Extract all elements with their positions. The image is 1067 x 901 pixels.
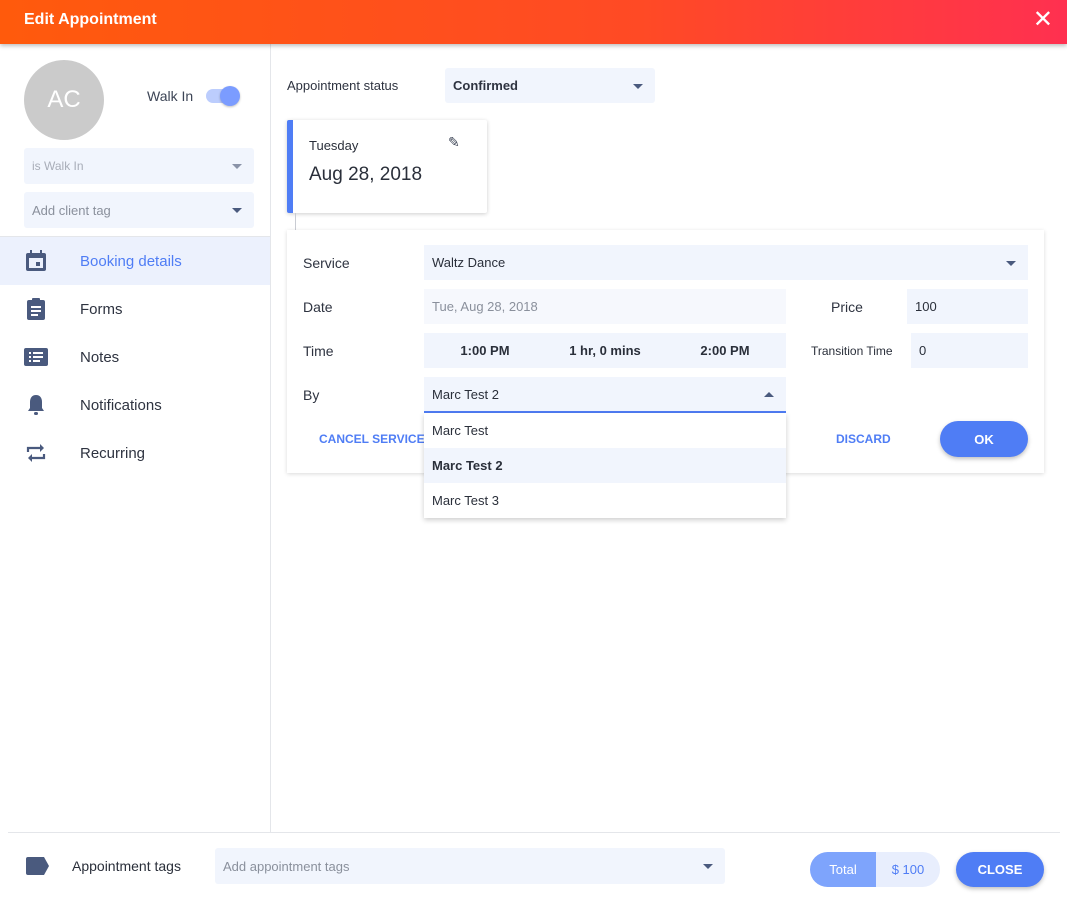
- calendar-icon: [24, 249, 48, 273]
- chevron-down-icon: [703, 864, 713, 869]
- walk-in-toggle-knob[interactable]: [220, 86, 240, 106]
- service-select[interactable]: Waltz Dance: [424, 245, 1028, 280]
- sidebar-item-label: Notifications: [80, 396, 162, 414]
- sidebar-item-notifications[interactable]: Notifications: [0, 381, 270, 429]
- chevron-down-icon: [633, 83, 643, 89]
- close-button[interactable]: CLOSE: [956, 852, 1044, 887]
- service-label: Service: [303, 255, 350, 271]
- transition-time-label: Transition Time: [811, 344, 893, 358]
- tag-icon: [26, 857, 50, 880]
- sidebar-item-booking-details[interactable]: Booking details: [0, 237, 270, 285]
- walk-in-select-placeholder: is Walk In: [32, 159, 84, 173]
- total-label: Total: [810, 852, 876, 887]
- client-tag-select[interactable]: Add client tag: [24, 192, 254, 228]
- duration[interactable]: 1 hr, 0 mins: [546, 343, 664, 358]
- appointment-status-value: Confirmed: [453, 78, 518, 93]
- dialog-header: Edit Appointment ✕: [0, 0, 1067, 44]
- date-card-weekday: Tuesday: [309, 138, 359, 153]
- transition-time-input[interactable]: 0: [911, 333, 1028, 368]
- staff-dropdown-menu: Marc Test Marc Test 2 Marc Test 3: [424, 413, 786, 518]
- price-input[interactable]: 100: [907, 289, 1028, 324]
- appointment-tags-select[interactable]: Add appointment tags: [215, 848, 725, 884]
- sidebar-item-label: Recurring: [80, 444, 146, 462]
- sidebar-item-forms[interactable]: Forms: [0, 285, 270, 333]
- chevron-down-icon: [1006, 260, 1016, 266]
- start-time[interactable]: 1:00 PM: [424, 343, 546, 358]
- chevron-up-icon: [764, 392, 774, 397]
- connector-line: [295, 213, 296, 230]
- client-tag-placeholder: Add client tag: [32, 202, 111, 218]
- date-label: Date: [303, 299, 333, 315]
- price-label: Price: [831, 299, 863, 315]
- sidebar-item-label: Booking details: [80, 252, 182, 270]
- footer-divider: [8, 832, 1060, 833]
- total-badge: Total $ 100: [810, 852, 940, 887]
- dialog-title: Edit Appointment: [24, 11, 157, 28]
- staff-select[interactable]: Marc Test 2: [424, 377, 786, 413]
- end-time[interactable]: 2:00 PM: [664, 343, 786, 358]
- menu-item[interactable]: Marc Test 3: [424, 483, 786, 518]
- service-value: Waltz Dance: [432, 255, 506, 270]
- cancel-service-button[interactable]: CANCEL SERVICE: [319, 432, 425, 446]
- chevron-down-icon: [232, 164, 242, 169]
- total-value: $ 100: [876, 852, 940, 887]
- clipboard-icon: [24, 297, 48, 321]
- discard-button[interactable]: DISCARD: [836, 432, 891, 446]
- appointment-status-select[interactable]: Confirmed: [445, 68, 655, 103]
- avatar: AC: [24, 60, 104, 140]
- pencil-icon[interactable]: ✎: [448, 134, 460, 151]
- bell-icon: [24, 393, 48, 417]
- menu-item-selected[interactable]: Marc Test 2: [424, 448, 786, 483]
- date-field[interactable]: Tue, Aug 28, 2018: [424, 289, 786, 324]
- repeat-icon: [24, 441, 48, 465]
- appointment-tags-label: Appointment tags: [72, 858, 181, 874]
- appointment-tags-placeholder: Add appointment tags: [223, 858, 350, 874]
- menu-item[interactable]: Marc Test: [424, 413, 786, 448]
- time-range: 1:00 PM 1 hr, 0 mins 2:00 PM: [424, 333, 786, 368]
- date-card-date: Aug 28, 2018: [309, 164, 423, 185]
- time-label: Time: [303, 343, 334, 359]
- by-label: By: [303, 387, 320, 403]
- walk-in-select[interactable]: is Walk In: [24, 148, 254, 184]
- sidebar-item-recurring[interactable]: Recurring: [0, 429, 270, 477]
- appointment-status-label: Appointment status: [287, 78, 399, 93]
- chevron-down-icon: [232, 208, 242, 213]
- sidebar-item-label: Forms: [80, 300, 123, 318]
- list-icon: [24, 345, 48, 369]
- close-icon[interactable]: ✕: [1033, 8, 1053, 32]
- sidebar-item-notes[interactable]: Notes: [0, 333, 270, 381]
- walk-in-label: Walk In: [147, 88, 194, 104]
- staff-value: Marc Test 2: [432, 386, 499, 402]
- ok-button[interactable]: OK: [940, 421, 1028, 457]
- date-card: Tuesday Aug 28, 2018 ✎: [287, 120, 487, 213]
- sidebar-item-label: Notes: [80, 348, 120, 366]
